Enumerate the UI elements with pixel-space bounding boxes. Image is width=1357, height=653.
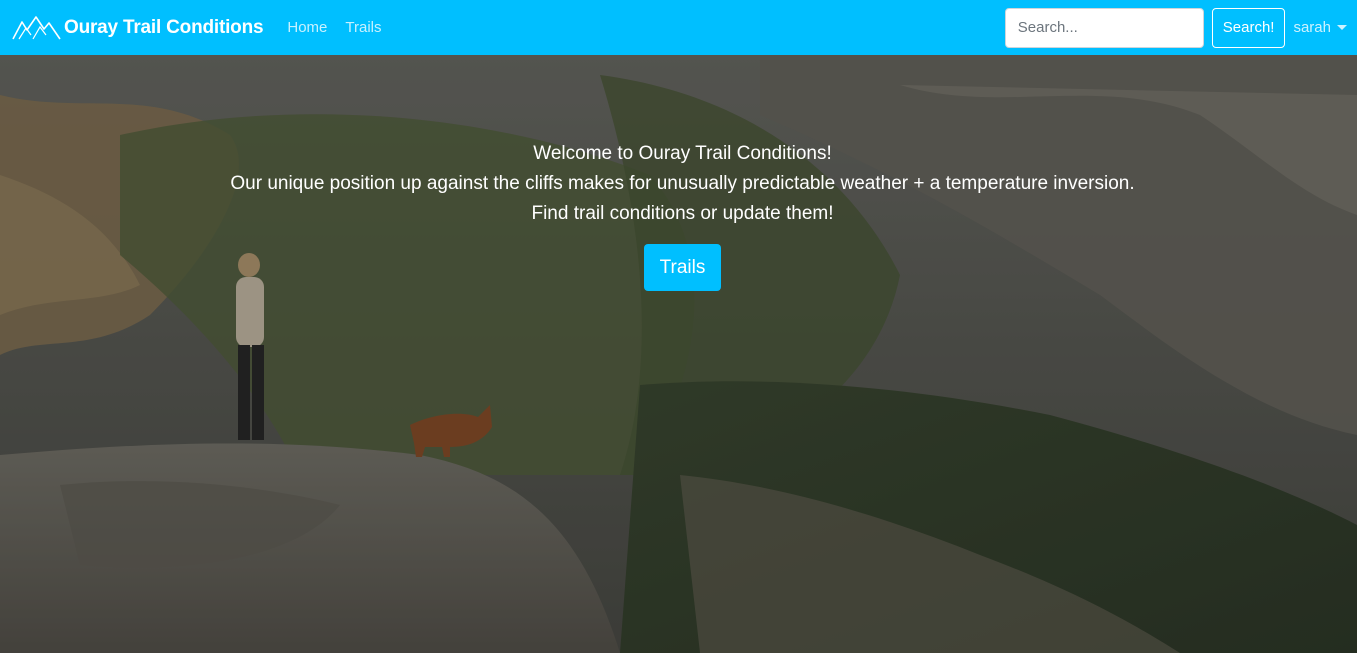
brand-title: Ouray Trail Conditions [64, 16, 264, 38]
hero-description-line: Our unique position up against the cliff… [230, 173, 1135, 194]
navbar-right: Search! sarah [1004, 0, 1357, 55]
hero-call-to-action-line: Find trail conditions or update them! [531, 203, 834, 224]
nav-link-home[interactable]: Home [287, 19, 327, 36]
top-navbar: Ouray Trail Conditions Home Trails Searc… [0, 0, 1357, 55]
hero-welcome-line: Welcome to Ouray Trail Conditions! [533, 143, 832, 164]
search-button[interactable]: Search! [1211, 7, 1286, 48]
caret-down-icon [1337, 25, 1347, 30]
search-input[interactable] [1004, 7, 1204, 48]
brand-link[interactable]: Ouray Trail Conditions [12, 15, 264, 41]
hero-text: Welcome to Ouray Trail Conditions! Our u… [0, 139, 1357, 229]
nav-link-trails[interactable]: Trails [345, 19, 381, 36]
user-name: sarah [1293, 19, 1331, 36]
user-menu[interactable]: sarah [1293, 19, 1347, 36]
trails-button[interactable]: Trails [644, 244, 721, 291]
hero-section: Welcome to Ouray Trail Conditions! Our u… [0, 55, 1357, 653]
mountains-icon [12, 15, 61, 39]
